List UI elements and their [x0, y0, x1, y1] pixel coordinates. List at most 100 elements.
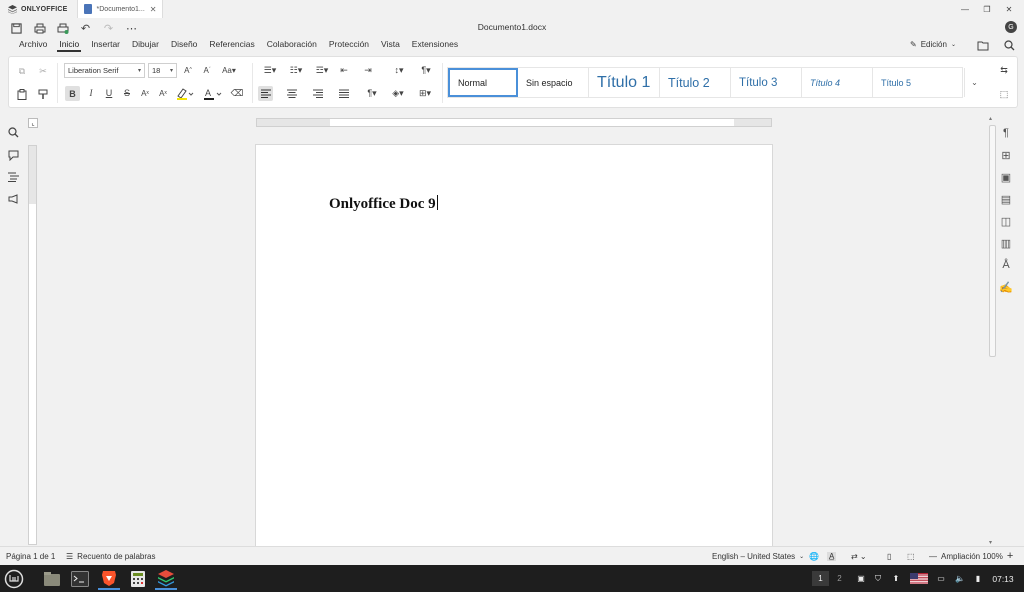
scroll-down-icon[interactable]: ▾	[989, 539, 992, 546]
user-avatar[interactable]: G	[1005, 21, 1017, 33]
change-case-icon[interactable]: Aa▾	[219, 63, 239, 77]
fit-width-icon[interactable]: ⬚	[907, 552, 915, 561]
table-settings-icon[interactable]: ⊞	[999, 148, 1013, 162]
replace-icon[interactable]: ⇆	[997, 63, 1011, 77]
strikethrough-icon[interactable]: S	[120, 86, 134, 100]
vertical-ruler[interactable]	[28, 145, 37, 545]
globe-icon[interactable]: 🌐	[809, 552, 819, 561]
spellcheck-icon[interactable]: A̲	[827, 551, 837, 561]
clipboard-tray-icon[interactable]: ▣	[855, 571, 867, 586]
align-right-icon[interactable]	[310, 86, 325, 101]
tab-extensiones[interactable]: Extensiones	[406, 38, 464, 53]
close-window-icon[interactable]: ✕	[998, 0, 1020, 18]
tab-inicio[interactable]: Inicio	[53, 38, 85, 53]
italic-icon[interactable]: I	[84, 86, 98, 100]
language-select[interactable]: English – United States ⌄	[712, 552, 804, 561]
zoom-out-icon[interactable]: —	[929, 552, 937, 561]
style-heading-5[interactable]: Título 5	[873, 68, 944, 97]
word-count-button[interactable]: ☰ Recuento de palabras	[66, 552, 155, 561]
paragraph-marks-icon[interactable]: ¶▾	[415, 63, 437, 77]
keyboard-layout-flag-icon[interactable]	[910, 571, 928, 586]
signature-settings-icon[interactable]: ✍	[999, 280, 1013, 294]
edit-mode-button[interactable]: ✎ Edición ⌄	[910, 40, 956, 49]
numbered-list-icon[interactable]: ☷▾	[285, 63, 307, 77]
style-heading-3[interactable]: Título 3	[731, 68, 802, 97]
superscript-icon[interactable]: Ax	[138, 86, 152, 100]
calculator-icon[interactable]	[127, 568, 149, 590]
clock[interactable]: 07:13	[989, 571, 1017, 586]
align-center-icon[interactable]	[284, 86, 299, 101]
close-tab-icon[interactable]: ✕	[150, 5, 157, 14]
tab-stop-selector[interactable]: ⌞	[28, 118, 38, 128]
subscript-icon[interactable]: Ax	[156, 86, 170, 100]
style-heading-1[interactable]: Título 1	[589, 68, 660, 97]
search-icon[interactable]	[6, 125, 20, 139]
clear-format-icon[interactable]: ⌫	[230, 86, 244, 100]
shading-icon[interactable]: ◈▾	[387, 86, 409, 100]
style-normal[interactable]: Normal	[448, 68, 518, 97]
underline-icon[interactable]: U	[102, 86, 116, 100]
tab-referencias[interactable]: Referencias	[203, 38, 260, 53]
chart-settings-icon[interactable]: ▥	[999, 236, 1013, 250]
workspace-1[interactable]: 1	[812, 571, 829, 586]
style-heading-2[interactable]: Título 2	[660, 68, 731, 97]
cut-icon[interactable]: ✂	[36, 64, 50, 78]
font-name-select[interactable]: Liberation Serif ▾	[64, 63, 145, 78]
increase-indent-icon[interactable]: ⇥	[361, 63, 375, 77]
font-size-select[interactable]: 18 ▾	[148, 63, 177, 78]
navigation-icon[interactable]	[6, 170, 20, 184]
select-icon[interactable]: ⬚	[997, 87, 1011, 101]
image-settings-icon[interactable]: ▣	[999, 170, 1013, 184]
workspace-2[interactable]: 2	[831, 571, 848, 586]
feedback-icon[interactable]	[6, 192, 20, 206]
header-footer-settings-icon[interactable]: ▤	[999, 192, 1013, 206]
volume-icon[interactable]: 🔈	[954, 571, 966, 586]
justify-icon[interactable]	[336, 86, 351, 101]
horizontal-ruler[interactable]	[256, 118, 772, 127]
minimize-icon[interactable]: —	[954, 0, 976, 18]
shape-settings-icon[interactable]: ◫	[999, 214, 1013, 228]
restore-icon[interactable]: ❐	[976, 0, 998, 18]
tab-insertar[interactable]: Insertar	[85, 38, 126, 53]
start-menu-icon[interactable]	[3, 568, 25, 590]
comments-icon[interactable]	[6, 148, 20, 162]
document-text[interactable]: Onlyoffice Doc 9	[329, 195, 438, 213]
tab-proteccion[interactable]: Protección	[323, 38, 375, 53]
highlight-color-icon[interactable]	[174, 86, 196, 100]
borders-icon[interactable]: ⊞▾	[413, 86, 437, 100]
tab-vista[interactable]: Vista	[375, 38, 406, 53]
page-info[interactable]: Página 1 de 1	[6, 552, 55, 561]
decrease-font-icon[interactable]: Aˇ	[200, 63, 214, 77]
multilevel-list-icon[interactable]: ☲▾	[311, 63, 333, 77]
bold-icon[interactable]: B	[65, 86, 80, 101]
text-direction-icon[interactable]: ¶▾	[361, 86, 383, 100]
font-color-icon[interactable]: A	[201, 86, 225, 100]
tab-dibujar[interactable]: Dibujar	[126, 38, 165, 53]
shield-tray-icon[interactable]: ⛉	[872, 571, 884, 586]
display-tray-icon[interactable]: ▭	[935, 571, 947, 586]
align-left-icon[interactable]	[258, 86, 273, 101]
copy-style-icon[interactable]	[36, 87, 50, 101]
bullet-list-icon[interactable]: ☰▾	[259, 63, 281, 77]
zoom-in-icon[interactable]: +	[1007, 550, 1013, 562]
terminal-icon[interactable]	[69, 568, 91, 590]
styles-expand-icon[interactable]: ⌄	[964, 68, 984, 97]
scroll-up-icon[interactable]: ▴	[989, 115, 992, 122]
fit-page-icon[interactable]: ▯	[887, 552, 891, 561]
open-location-icon[interactable]	[976, 38, 990, 52]
battery-icon[interactable]: ▮	[972, 571, 984, 586]
tab-archivo[interactable]: Archivo	[13, 38, 53, 53]
copy-icon[interactable]: ⧉	[15, 64, 29, 78]
tab-colaboracion[interactable]: Colaboración	[261, 38, 323, 53]
document-page[interactable]: Onlyoffice Doc 9	[255, 144, 773, 554]
brave-browser-icon[interactable]	[98, 568, 120, 590]
style-heading-4[interactable]: Título 4	[802, 68, 873, 97]
document-tab[interactable]: *Documento1... ✕	[77, 0, 164, 18]
paragraph-settings-icon[interactable]: ¶	[999, 126, 1013, 140]
search-icon[interactable]	[1002, 38, 1016, 52]
paste-icon[interactable]	[15, 87, 29, 101]
decrease-indent-icon[interactable]: ⇤	[337, 63, 351, 77]
onlyoffice-taskbar-icon[interactable]	[155, 568, 177, 590]
style-no-spacing[interactable]: Sin espacio	[518, 68, 589, 97]
track-changes-icon[interactable]: ⇄ ⌄	[851, 552, 867, 561]
